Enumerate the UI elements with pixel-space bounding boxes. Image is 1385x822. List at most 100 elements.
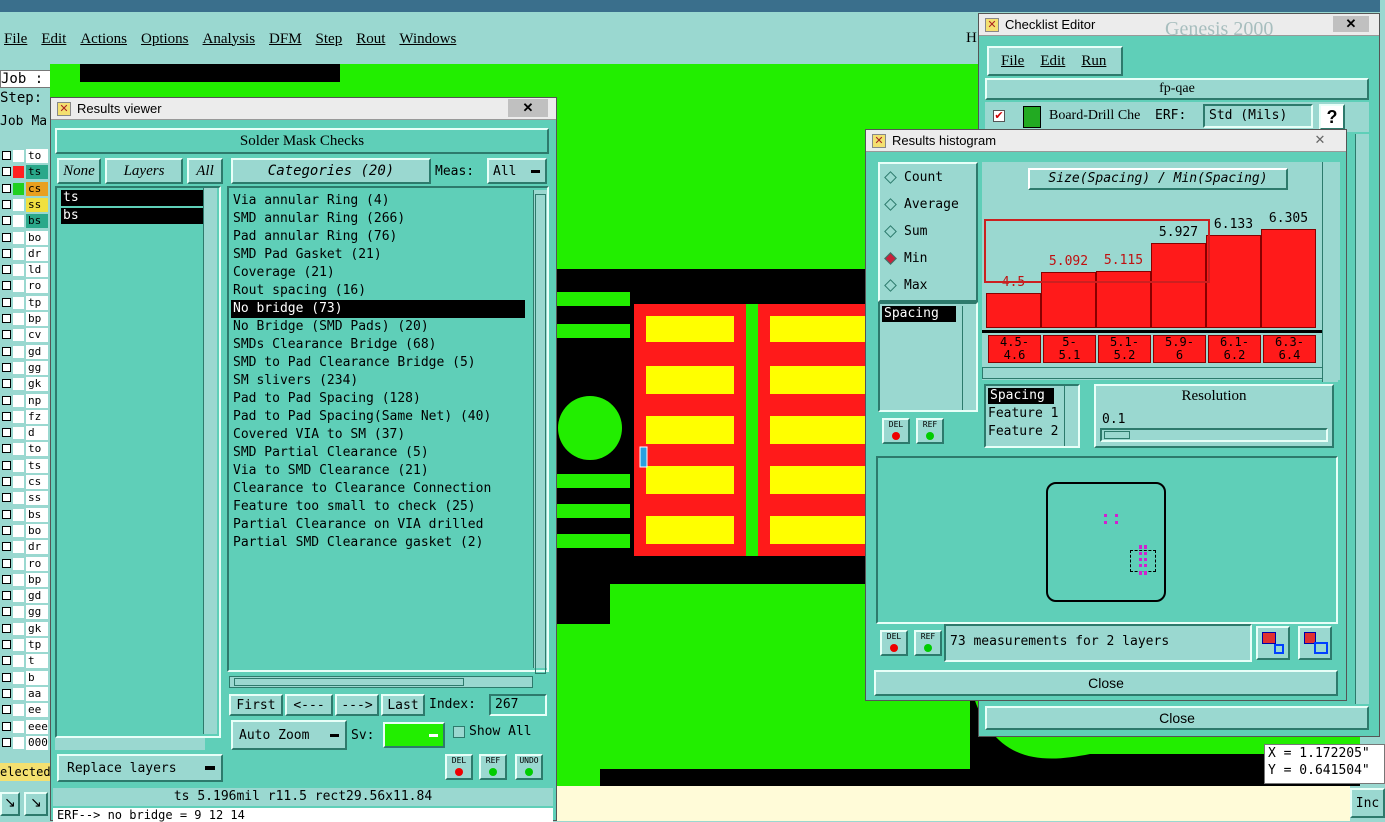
- layer-row[interactable]: 000: [0, 735, 50, 751]
- layer-checkbox[interactable]: [2, 477, 11, 486]
- layer-checkbox[interactable]: [2, 248, 11, 258]
- layer-checkbox[interactable]: [2, 640, 11, 649]
- category-item[interactable]: Covered VIA to SM (37): [231, 426, 525, 444]
- layer-checkbox[interactable]: [2, 151, 11, 160]
- layer-checkbox[interactable]: [2, 688, 11, 698]
- undo-button[interactable]: UNDO: [515, 754, 543, 780]
- categories-scrollbar[interactable]: [533, 190, 547, 674]
- chart-vscrollbar[interactable]: [1322, 162, 1338, 382]
- layer-checkbox[interactable]: [2, 558, 11, 568]
- layer-name[interactable]: ts: [26, 165, 48, 180]
- layer-row[interactable]: fz: [0, 409, 50, 425]
- menu-file[interactable]: File: [4, 31, 27, 48]
- layer-row[interactable]: bp: [0, 572, 50, 588]
- layer-checkbox[interactable]: [2, 314, 11, 323]
- category-item[interactable]: SMD Partial Clearance (5): [231, 444, 525, 462]
- layer-row[interactable]: ts: [0, 458, 50, 474]
- del-button[interactable]: DEL: [445, 754, 473, 780]
- layer-row[interactable]: gd: [0, 344, 50, 360]
- checklist-scrollbar[interactable]: [1355, 134, 1369, 704]
- layers-button[interactable]: Layers: [105, 158, 183, 184]
- layer-name[interactable]: bs: [26, 214, 48, 229]
- layer-name[interactable]: tp: [26, 638, 48, 652]
- mode-radio-sum[interactable]: Sum: [880, 218, 976, 245]
- category-item[interactable]: Pad to Pad Spacing(Same Net) (40): [231, 408, 525, 426]
- layer-name[interactable]: gk: [26, 377, 48, 392]
- mode-radio-max[interactable]: Max: [880, 272, 976, 299]
- layer-row[interactable]: b: [0, 670, 50, 686]
- menu-analysis[interactable]: Analysis: [203, 31, 256, 48]
- layer-checkbox[interactable]: [2, 395, 11, 405]
- mode-radio-min[interactable]: Min: [880, 245, 976, 272]
- layer-row[interactable]: bo: [0, 230, 50, 246]
- layer-name[interactable]: tp: [26, 295, 48, 310]
- category-item[interactable]: SM slivers (234): [231, 372, 525, 390]
- category-item[interactable]: Feature too small to check (25): [231, 498, 525, 516]
- zoom-select-icon[interactable]: [1298, 626, 1332, 660]
- layer-checkbox[interactable]: [2, 265, 11, 275]
- layer-row[interactable]: bo: [0, 523, 50, 539]
- erf-value[interactable]: Std (Mils): [1203, 104, 1313, 128]
- checklist-menu-edit[interactable]: Edit: [1040, 53, 1065, 70]
- close-icon[interactable]: ✕: [1308, 132, 1332, 148]
- job-menu-ma[interactable]: Ma: [31, 114, 47, 134]
- layer-name[interactable]: gg: [26, 605, 48, 620]
- layer-name[interactable]: eee: [26, 719, 48, 734]
- layer-row[interactable]: eee: [0, 719, 50, 735]
- layer-name[interactable]: to: [26, 149, 48, 163]
- layer-checkbox[interactable]: [2, 721, 11, 731]
- none-button[interactable]: None: [57, 158, 101, 184]
- layer-name[interactable]: aa: [26, 686, 48, 701]
- layer-row[interactable]: gg: [0, 360, 50, 376]
- layer-name[interactable]: ro: [26, 556, 48, 571]
- layer-row[interactable]: bs: [0, 507, 50, 523]
- layer-checkbox[interactable]: [2, 199, 11, 209]
- layer-checkbox[interactable]: [2, 444, 11, 454]
- layer-checkbox[interactable]: [2, 737, 11, 747]
- prev-button[interactable]: <---: [285, 694, 333, 716]
- show-all-checkbox[interactable]: [453, 726, 465, 738]
- layer-checkbox[interactable]: [2, 460, 11, 470]
- layer-checkbox[interactable]: [2, 428, 11, 438]
- tool-zoom-icon[interactable]: ↘: [24, 792, 48, 816]
- checklist-row[interactable]: ✔ Board-Drill Che ERF: Std (Mils) ?: [985, 102, 1369, 132]
- layer-name[interactable]: gk: [26, 621, 48, 636]
- layer-row[interactable]: to: [0, 441, 50, 457]
- layer-name[interactable]: d: [26, 426, 48, 441]
- field-feature-2[interactable]: Feature 2: [988, 424, 1058, 440]
- menu-help[interactable]: H: [966, 30, 977, 47]
- hist-del-button[interactable]: DEL: [882, 418, 910, 444]
- layer-name[interactable]: fz: [26, 409, 48, 424]
- category-item[interactable]: Partial Clearance on VIA drilled: [231, 516, 525, 534]
- layer-name[interactable]: 000: [26, 735, 48, 750]
- check-icon[interactable]: ✔: [993, 110, 1005, 122]
- measure-list[interactable]: Spacing: [878, 302, 978, 412]
- layer-name[interactable]: ss: [26, 197, 48, 212]
- layer-name[interactable]: ee: [26, 703, 48, 718]
- categories-list[interactable]: Via annular Ring (4) SMD annular Ring (26…: [227, 186, 549, 672]
- checklist-menu-run[interactable]: Run: [1081, 53, 1106, 70]
- fields-list[interactable]: Spacing Feature 1 Feature 2: [984, 384, 1080, 448]
- sv-color-dropdown[interactable]: [383, 722, 445, 748]
- layer-row[interactable]: tp: [0, 637, 50, 653]
- menu-actions[interactable]: Actions: [80, 31, 127, 48]
- replace-layers-dropdown[interactable]: Replace layers: [57, 754, 223, 782]
- category-item[interactable]: No Bridge (SMD Pads) (20): [231, 318, 525, 336]
- menu-step[interactable]: Step: [316, 31, 343, 48]
- layer-checkbox[interactable]: [2, 607, 11, 617]
- layer-name[interactable]: to: [26, 442, 48, 457]
- layer-checkbox[interactable]: [2, 379, 11, 389]
- layer-row[interactable]: dr: [0, 246, 50, 262]
- layer-row[interactable]: ro: [0, 278, 50, 294]
- layer-name[interactable]: cs: [26, 181, 48, 196]
- layer-item-bs[interactable]: bs: [61, 208, 203, 224]
- categories-button[interactable]: Categories (20): [231, 158, 431, 184]
- fields-scrollbar[interactable]: [1064, 386, 1076, 446]
- layer-row[interactable]: gd: [0, 588, 50, 604]
- layer-row[interactable]: cv: [0, 327, 50, 343]
- category-item[interactable]: Clearance to Clearance Connection: [231, 480, 525, 498]
- category-item[interactable]: SMD to Pad Clearance Bridge (5): [231, 354, 525, 372]
- menu-edit[interactable]: Edit: [41, 31, 66, 48]
- layer-name[interactable]: bp: [26, 312, 48, 326]
- layer-checkbox[interactable]: [2, 362, 11, 372]
